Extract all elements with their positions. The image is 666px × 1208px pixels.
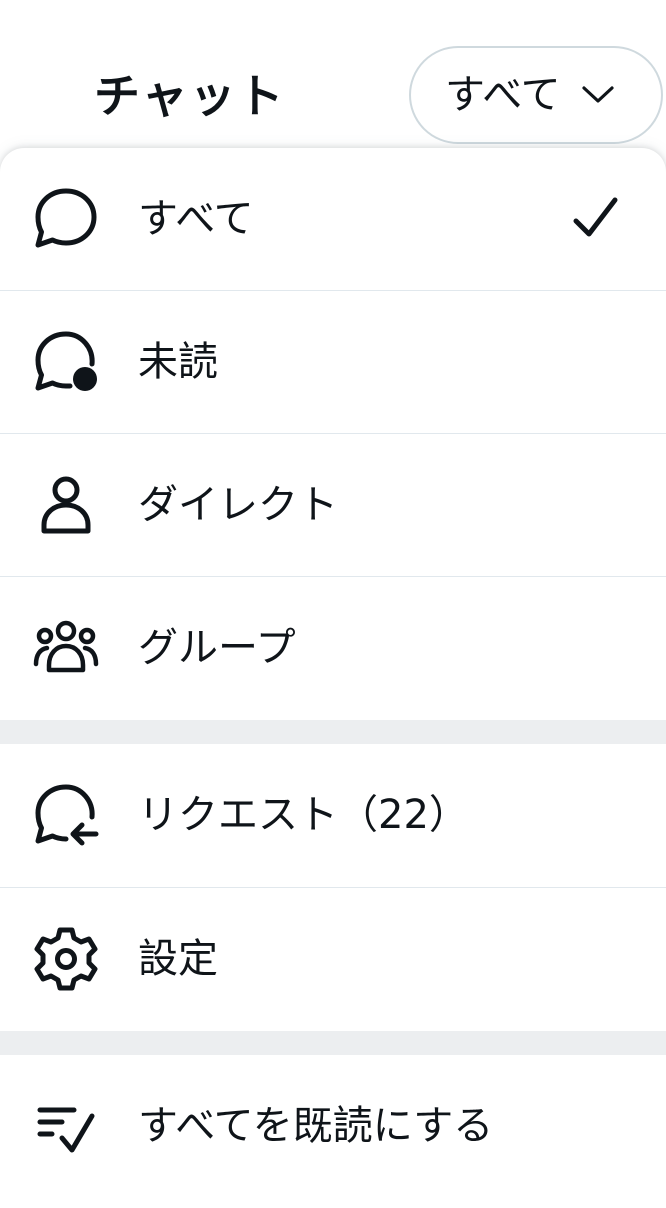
chat-bubble-unread-icon — [30, 326, 102, 398]
person-icon — [30, 469, 102, 541]
menu-item-label: グループ — [138, 625, 296, 671]
menu-item-all[interactable]: すべて — [0, 148, 666, 290]
menu-item-label: 設定 — [138, 936, 218, 982]
menu-item-direct[interactable]: ダイレクト — [0, 434, 666, 576]
checkmark-icon — [573, 197, 618, 237]
menu-item-label: ダイレクト — [138, 482, 338, 528]
menu-item-label: 未読 — [138, 339, 218, 385]
filter-dropdown-label: すべて — [445, 72, 561, 118]
filter-menu: すべて 未読 ダイレクト グループ リクエスト（22） 設定 すべてを既読にする — [0, 148, 666, 1208]
menu-item-label: リクエスト（22） — [138, 792, 469, 838]
menu-item-label: すべてを既読にする — [138, 1103, 494, 1149]
section-divider — [0, 1031, 666, 1055]
menu-item-label: すべて — [138, 196, 254, 242]
menu-item-group[interactable]: グループ — [0, 577, 666, 719]
chat-bubble-request-icon — [30, 779, 102, 851]
menu-item-mark-all-read[interactable]: すべてを既読にする — [0, 1055, 666, 1197]
header: チャット すべて — [0, 0, 666, 150]
chat-bubble-icon — [30, 183, 102, 255]
menu-item-unread[interactable]: 未読 — [0, 291, 666, 433]
section-divider — [0, 720, 666, 744]
page-title: チャット — [94, 69, 286, 123]
gear-icon — [30, 923, 102, 995]
mark-all-read-icon — [30, 1090, 102, 1162]
group-icon — [30, 612, 102, 684]
menu-item-settings[interactable]: 設定 — [0, 888, 666, 1030]
chevron-down-icon — [582, 86, 614, 103]
menu-item-requests[interactable]: リクエスト（22） — [0, 744, 666, 886]
filter-dropdown-button[interactable]: すべて — [409, 46, 663, 144]
